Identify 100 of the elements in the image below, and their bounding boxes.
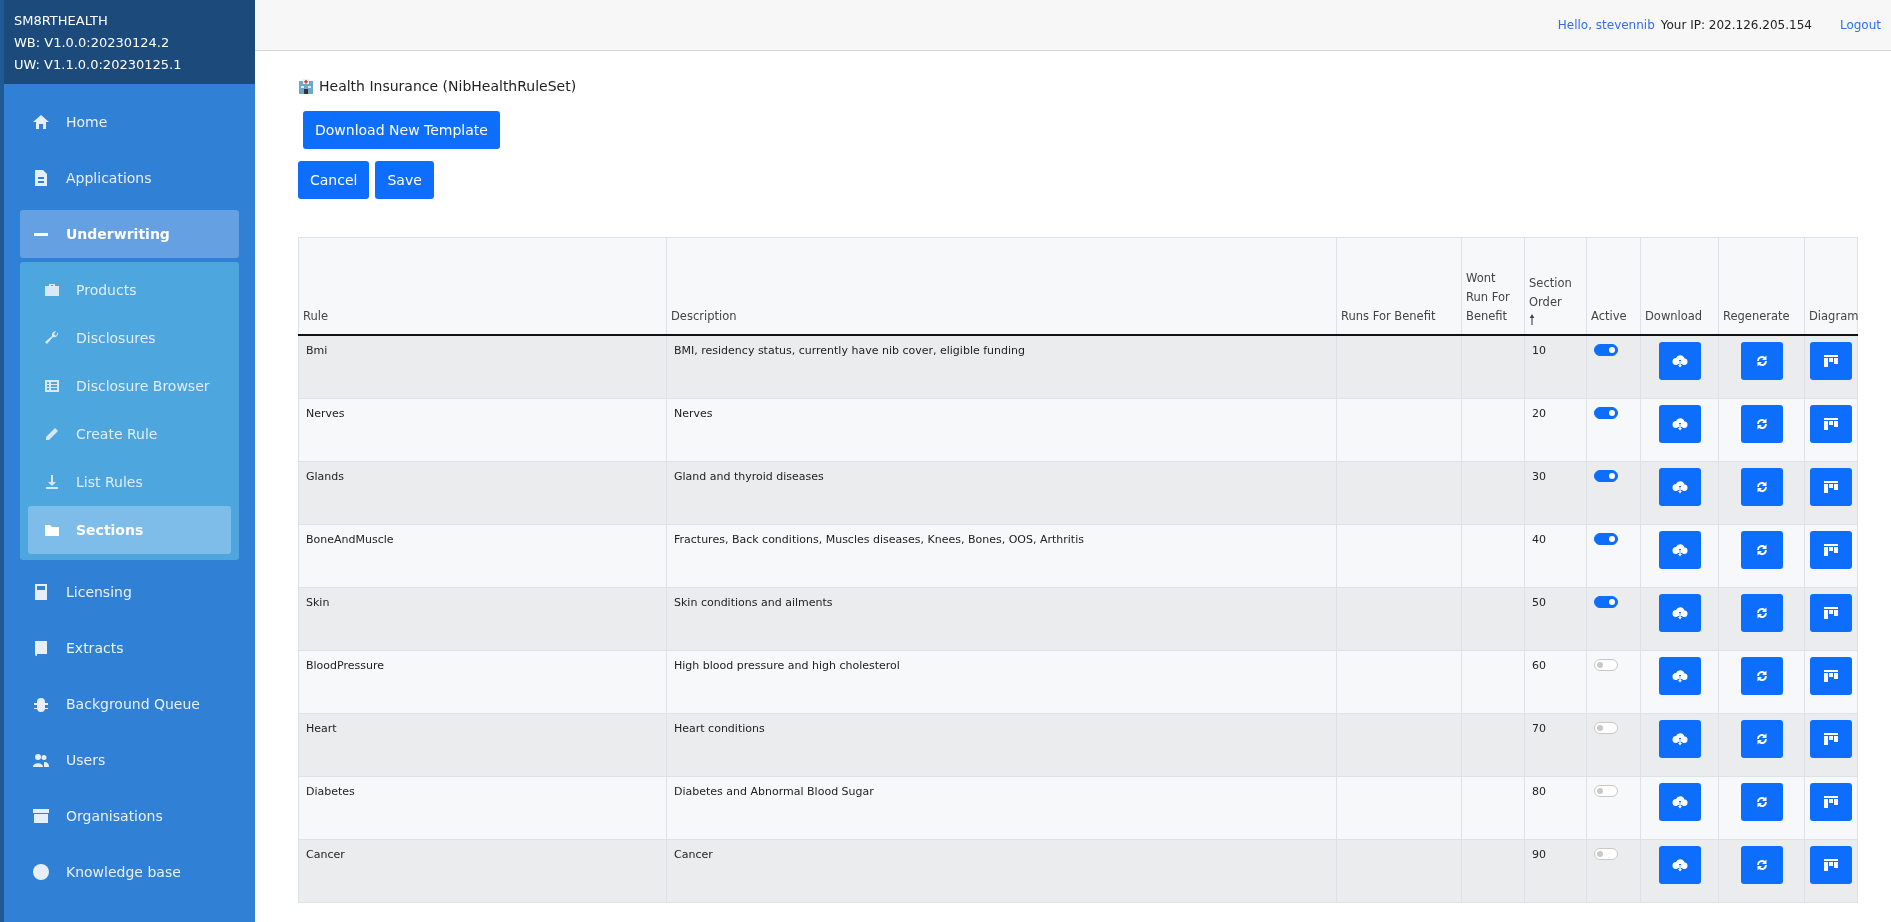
sync-icon [1754, 606, 1769, 620]
briefcase-icon [44, 282, 60, 298]
table-cell: BMI, residency status, currently have nib cover, eligible funding [666, 335, 1337, 399]
active-toggle[interactable] [1594, 785, 1618, 797]
active-toggle[interactable] [1594, 722, 1618, 734]
book-icon [32, 639, 50, 657]
sync-icon [1754, 732, 1769, 746]
submenu-item[interactable]: Sections [28, 506, 231, 554]
regenerate-button[interactable] [1740, 720, 1783, 758]
table-cell: 90 [1524, 839, 1587, 903]
wrench-icon [44, 330, 60, 346]
submenu-item[interactable]: Create Rule [28, 410, 231, 458]
diagram-button[interactable] [1810, 468, 1852, 506]
diagram-button[interactable] [1810, 720, 1852, 758]
table-cell: Skin conditions and ailments [666, 587, 1337, 651]
active-toggle[interactable] [1594, 407, 1618, 419]
nav-item[interactable]: Home [20, 98, 239, 146]
table-cell: Bmi [298, 335, 667, 399]
nav-item[interactable]: Applications [20, 154, 239, 202]
regenerate-button[interactable] [1740, 783, 1783, 821]
download-button[interactable] [1658, 846, 1701, 884]
submenu-item[interactable]: Products [28, 266, 231, 314]
cancel-button[interactable]: Cancel [298, 161, 370, 199]
diagram-icon [1823, 354, 1839, 368]
sync-icon [1754, 858, 1769, 872]
download-button[interactable] [1658, 342, 1701, 380]
save-button[interactable]: Save [375, 161, 434, 199]
download-template-button[interactable]: Download New Template [303, 111, 500, 149]
regenerate-button[interactable] [1740, 342, 1783, 380]
regenerate-button[interactable] [1740, 846, 1783, 884]
table-cell: Cancer [666, 839, 1337, 903]
diagram-button[interactable] [1810, 657, 1852, 695]
regenerate-button[interactable] [1740, 594, 1783, 632]
nav-item[interactable]: Underwriting [20, 210, 239, 258]
minus-icon[interactable] [34, 232, 48, 236]
table-cell: Cancer [298, 839, 667, 903]
table-cell: Fractures, Back conditions, Muscles diseases, Knees, Bones, OOS, Arthritis [666, 524, 1337, 588]
column-header: Active [1586, 237, 1641, 335]
table-cell: 80 [1524, 776, 1587, 840]
submenu-item[interactable]: Disclosures [28, 314, 231, 362]
diagram-icon [1823, 795, 1839, 809]
sync-icon [1754, 354, 1769, 368]
list-icon [44, 378, 60, 394]
regenerate-button[interactable] [1740, 531, 1783, 569]
user-greeting-link[interactable]: Hello, stevennib [1557, 18, 1655, 32]
diagram-button[interactable] [1810, 846, 1852, 884]
submenu-item[interactable]: Disclosure Browser [28, 362, 231, 410]
cloud-download-icon [1671, 416, 1688, 432]
table-cell: Skin [298, 587, 667, 651]
sync-icon [1754, 417, 1769, 431]
nav-item[interactable]: Organisations [20, 792, 239, 840]
download-button[interactable] [1658, 531, 1701, 569]
active-toggle[interactable] [1594, 848, 1618, 860]
diagram-button[interactable] [1810, 783, 1852, 821]
table-cell: Glands [298, 461, 667, 525]
diagram-icon [1823, 669, 1839, 683]
nav-item[interactable]: Knowledge base [20, 848, 239, 896]
table-cell: 10 [1524, 335, 1587, 399]
diagram-icon [1823, 606, 1839, 620]
diagram-button[interactable] [1810, 594, 1852, 632]
archive-icon [32, 807, 50, 825]
cloud-download-icon [1671, 479, 1688, 495]
regenerate-button[interactable] [1740, 657, 1783, 695]
nav-item[interactable]: Background Queue [20, 680, 239, 728]
nav-item[interactable]: Extracts [20, 624, 239, 672]
diagram-button[interactable] [1810, 405, 1852, 443]
download-button[interactable] [1658, 468, 1701, 506]
sort-ascending-indicator[interactable]: 🠕 [1529, 312, 1582, 326]
download-button[interactable] [1658, 657, 1701, 695]
regenerate-button[interactable] [1740, 405, 1783, 443]
diagram-button[interactable] [1810, 342, 1852, 380]
column-header: Diagram [1804, 237, 1858, 335]
diagram-button[interactable] [1810, 531, 1852, 569]
submenu-item[interactable]: List Rules [28, 458, 231, 506]
active-toggle[interactable] [1594, 596, 1618, 608]
download-button[interactable] [1658, 594, 1701, 632]
active-toggle[interactable] [1594, 659, 1618, 671]
regenerate-button[interactable] [1740, 468, 1783, 506]
active-toggle[interactable] [1594, 533, 1618, 545]
download-button[interactable] [1658, 720, 1701, 758]
table-cell: 60 [1524, 650, 1587, 714]
active-toggle[interactable] [1594, 470, 1618, 482]
users-icon [32, 751, 50, 769]
diagram-icon [1823, 732, 1839, 746]
column-header: Runs For Benefit [1336, 237, 1462, 335]
nav-item[interactable]: Users [20, 736, 239, 784]
sync-icon [1754, 480, 1769, 494]
active-toggle[interactable] [1594, 344, 1618, 356]
logout-link[interactable]: Logout [1839, 18, 1881, 32]
download-button[interactable] [1658, 405, 1701, 443]
table-cell: Nerves [666, 398, 1337, 462]
table-cell: 50 [1524, 587, 1587, 651]
column-header: Rule [298, 237, 667, 335]
cloud-download-icon [1671, 605, 1688, 621]
column-header: Regenerate [1718, 237, 1805, 335]
hospital-icon [298, 78, 314, 94]
nav-item[interactable]: Licensing [20, 568, 239, 616]
cloud-download-icon [1671, 731, 1688, 747]
download-button[interactable] [1658, 783, 1701, 821]
table-cell: High blood pressure and high cholesterol [666, 650, 1337, 714]
